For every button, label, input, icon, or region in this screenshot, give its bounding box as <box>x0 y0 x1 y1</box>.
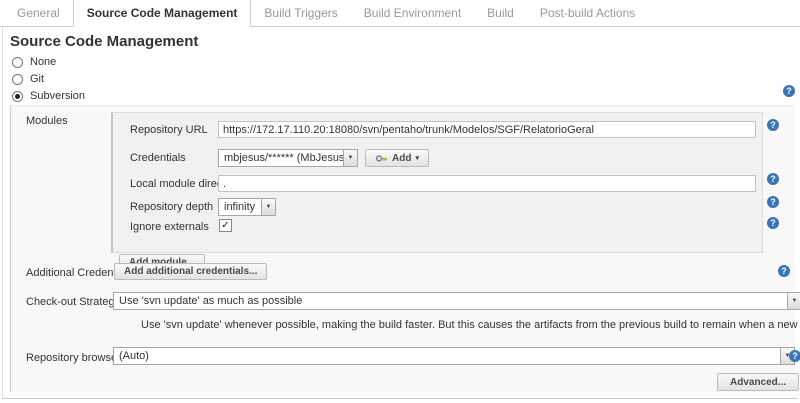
help-icon-repository-url[interactable]: ? <box>767 119 779 131</box>
ignore-externals-checkbox[interactable]: ✓ <box>219 219 232 232</box>
repository-browser-select[interactable]: (Auto) ▼ <box>113 347 795 365</box>
repository-depth-label: Repository depth <box>130 201 213 213</box>
help-icon-local-module-directory[interactable]: ? <box>767 173 779 185</box>
checkout-strategy-selected-value: Use 'svn update' as much as possible <box>114 295 787 307</box>
module-box: Repository URL Credentials mbjesus/*****… <box>111 112 763 253</box>
credentials-selected-value: mbjesus/****** (MbJesus) <box>219 152 343 164</box>
repository-url-label: Repository URL <box>130 124 208 136</box>
credentials-select[interactable]: mbjesus/****** (MbJesus) ▼ <box>218 149 358 167</box>
tab-post-build-actions[interactable]: Post-build Actions <box>527 0 648 26</box>
repository-url-input[interactable] <box>218 121 756 138</box>
repository-browser-selected-value: (Auto) <box>114 350 780 362</box>
scm-option-subversion[interactable]: Subversion <box>12 89 85 103</box>
chevron-down-icon: ▼ <box>343 150 357 166</box>
help-icon-repository-browser[interactable]: ? <box>789 350 800 362</box>
tab-build[interactable]: Build <box>474 0 527 26</box>
add-additional-credentials-button[interactable]: Add additional credentials... <box>114 263 267 280</box>
checkout-strategy-select[interactable]: Use 'svn update' as much as possible ▼ <box>113 292 800 310</box>
add-additional-credentials-label: Add additional credentials... <box>124 266 257 277</box>
checkout-strategy-description: Use 'svn update' whenever possible, maki… <box>141 319 800 331</box>
help-icon-subversion[interactable]: ? <box>783 85 795 97</box>
credentials-label: Credentials <box>130 152 186 164</box>
tab-build-environment[interactable]: Build Environment <box>351 0 474 26</box>
repository-browser-label: Repository browser <box>26 352 121 364</box>
radio-none-label: None <box>30 56 56 68</box>
subversion-config-section: Modules Repository URL Credentials mbjes… <box>10 105 795 392</box>
jenkins-job-config-page: General Source Code Management Build Tri… <box>0 0 800 403</box>
content-bottom-border <box>2 398 798 399</box>
radio-git-icon[interactable] <box>12 74 23 85</box>
ignore-externals-label: Ignore externals <box>130 221 209 233</box>
modules-section-label: Modules <box>26 115 68 127</box>
radio-subversion-icon[interactable] <box>12 91 23 102</box>
repository-depth-select[interactable]: infinity ▼ <box>218 198 276 216</box>
help-icon-additional-credentials[interactable]: ? <box>778 265 790 277</box>
chevron-down-icon: ▼ <box>261 199 275 215</box>
add-credentials-button[interactable]: Add ▾ <box>365 149 429 167</box>
check-icon: ✓ <box>221 221 229 231</box>
radio-git-label: Git <box>30 73 44 85</box>
help-icon-ignore-externals[interactable]: ? <box>767 217 779 229</box>
tab-general[interactable]: General <box>4 0 73 26</box>
radio-none-icon[interactable] <box>12 57 23 68</box>
scm-option-git[interactable]: Git <box>12 72 44 86</box>
scm-option-none[interactable]: None <box>12 55 56 69</box>
radio-subversion-label: Subversion <box>30 90 85 102</box>
advanced-label: Advanced... <box>730 377 786 388</box>
chevron-down-icon: ▾ <box>415 155 419 162</box>
key-icon <box>375 152 388 165</box>
advanced-button[interactable]: Advanced... <box>717 373 799 391</box>
tab-source-code-management[interactable]: Source Code Management <box>73 0 252 27</box>
repository-depth-selected-value: infinity <box>219 201 261 213</box>
tab-build-triggers[interactable]: Build Triggers <box>251 0 350 26</box>
checkout-strategy-label: Check-out Strategy <box>26 296 120 308</box>
content-left-border <box>2 27 3 398</box>
config-tab-bar: General Source Code Management Build Tri… <box>0 0 800 27</box>
help-icon-repository-depth[interactable]: ? <box>767 196 779 208</box>
local-module-directory-input[interactable] <box>218 175 756 192</box>
add-credentials-label: Add <box>392 153 411 164</box>
chevron-down-icon: ▼ <box>787 293 800 309</box>
page-title: Source Code Management <box>10 33 198 50</box>
